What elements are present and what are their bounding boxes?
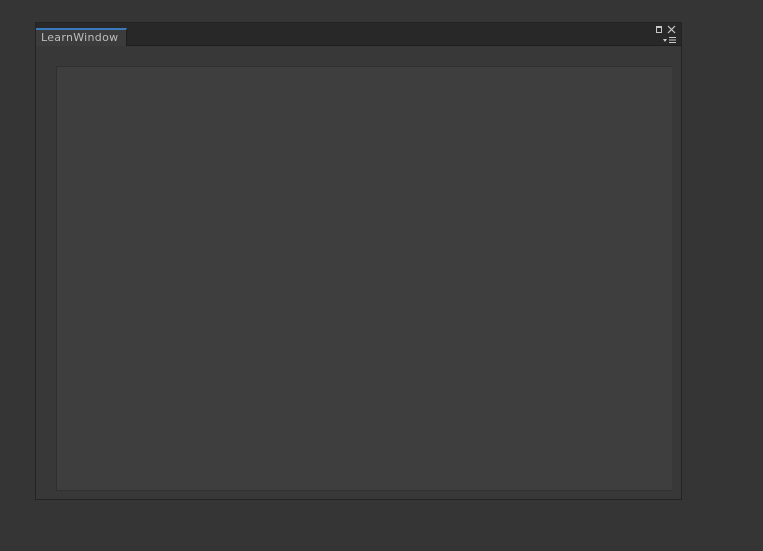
maximize-icon[interactable] [656, 26, 662, 33]
tab-learnwindow[interactable]: LearnWindow [36, 28, 127, 46]
dropdown-menu-icon[interactable] [663, 36, 677, 44]
editor-background: LearnWindow [0, 0, 763, 551]
window-titlebar: LearnWindow [36, 23, 681, 46]
content-panel [56, 66, 672, 491]
close-icon[interactable] [667, 25, 676, 34]
window-content [36, 46, 681, 499]
learn-window: LearnWindow [35, 22, 682, 500]
